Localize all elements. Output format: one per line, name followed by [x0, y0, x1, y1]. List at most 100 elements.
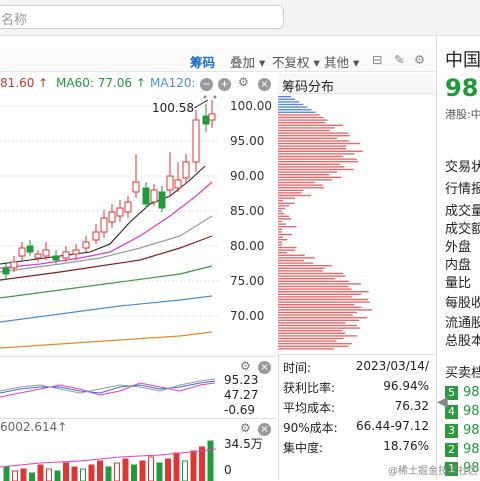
chip-bar — [278, 119, 328, 121]
candle-body — [62, 251, 70, 259]
chip-bar — [278, 296, 353, 298]
chip-bar — [278, 174, 330, 176]
tab-chip[interactable]: 筹码 — [190, 52, 215, 71]
volume-bar — [156, 462, 163, 481]
candle-body — [192, 119, 200, 163]
book-price: 98 — [463, 423, 480, 438]
price-axis: 100.00 95.00 90.00 85.00 80.00 75.00 70.… — [222, 92, 276, 354]
ma-prev-value: 81.60 ↑ — [0, 76, 49, 90]
add-icon[interactable]: + — [218, 78, 231, 91]
chip-bar — [278, 158, 357, 160]
chip-bar — [278, 304, 355, 306]
close-icon[interactable]: × — [258, 361, 271, 374]
candle-body — [124, 201, 132, 213]
chip-bar — [278, 231, 282, 233]
sidebar-row: 行情报 — [445, 182, 480, 197]
stat-label: 90%成本: — [283, 421, 338, 435]
chip-bar — [278, 150, 363, 152]
chip-bar — [278, 148, 347, 150]
chip-distribution-chart[interactable] — [278, 94, 434, 352]
overlay-menu[interactable]: 叠加 ▾ — [230, 52, 265, 71]
chip-bar — [278, 106, 308, 108]
chip-bar — [278, 189, 304, 191]
chip-bar — [278, 340, 337, 342]
chip-bar — [278, 103, 304, 106]
chip-bar — [278, 109, 312, 111]
candle-body — [18, 247, 26, 257]
chip-bar — [278, 116, 324, 119]
chip-bar — [278, 197, 296, 199]
chip-bar — [278, 285, 349, 288]
book-level-badge: 3 — [445, 424, 458, 438]
chip-bar — [278, 293, 362, 295]
remove-icon[interactable]: − — [200, 78, 213, 91]
chip-bar — [278, 244, 282, 246]
stat-value: 66.44-97.12 — [355, 419, 429, 433]
candle-body — [2, 267, 10, 275]
sidebar-row: 每股收 — [445, 296, 480, 311]
chip-bar — [278, 215, 290, 217]
gear-icon[interactable]: ⚙ — [240, 359, 251, 373]
chip-bar — [278, 249, 296, 251]
close-icon[interactable]: × — [258, 78, 271, 91]
chip-bar — [278, 187, 324, 189]
chip-bar — [278, 314, 353, 316]
oscillator-panel[interactable]: ⚙ × 95.23 47.27 -0.69 — [0, 356, 276, 417]
stat-value: 76.32 — [394, 399, 429, 413]
chip-bar — [278, 301, 370, 303]
gear-icon[interactable]: ⚙ — [238, 75, 249, 89]
chip-bar — [278, 220, 282, 223]
adjust-menu[interactable]: 不复权 ▾ — [272, 52, 320, 71]
oscillator-value-2: 47.27 — [224, 388, 259, 402]
chip-bar — [278, 181, 315, 184]
candle-body — [100, 217, 108, 233]
candle-body — [166, 175, 174, 191]
chip-bar — [278, 202, 295, 204]
gear-icon[interactable]: ⚙ — [240, 421, 251, 435]
chip-bar — [278, 306, 362, 308]
sidebar-row: 成交额 — [445, 222, 480, 237]
chip-bar — [278, 171, 338, 173]
volume-panel[interactable]: 6002.614↑ ⚙ × 34.5万 0 — [0, 418, 276, 481]
price-tick: 95.00 — [230, 134, 265, 148]
candle-body — [10, 261, 18, 269]
gear-icon[interactable]: ⚙ — [414, 52, 425, 67]
chip-bar — [278, 278, 335, 280]
ma-line-blue — [0, 295, 213, 323]
chip-bar — [278, 280, 349, 282]
chip-bar — [278, 207, 286, 210]
chip-bar — [278, 200, 284, 202]
chip-bar — [278, 205, 290, 207]
volume-header: 6002.614↑ — [0, 420, 68, 434]
chip-bar — [278, 241, 282, 243]
chip-bar — [278, 330, 343, 332]
other-menu[interactable]: 其他 ▾ — [324, 52, 359, 71]
price-tick: 100.00 — [230, 99, 272, 113]
oscillator-value-1: 95.23 — [224, 373, 259, 387]
volume-bar — [131, 464, 137, 481]
chip-bar — [278, 311, 357, 314]
candle-body — [116, 207, 124, 217]
quote-sidebar: 中国 98 港股:中 交易状 行情报 成交量 成交额 外盘 内盘 量比 每股收 … — [436, 36, 480, 480]
stat-label: 获利比率: — [283, 381, 336, 395]
edit-icon[interactable]: ✎ — [394, 52, 404, 67]
minimize-icon[interactable]: ⊟ — [372, 52, 382, 67]
volume-bar — [190, 450, 197, 481]
stock-name: 中国 — [445, 50, 480, 71]
chip-bar — [278, 283, 361, 285]
book-level-badge: 2 — [445, 443, 458, 457]
chip-bar — [278, 236, 283, 238]
candle-body — [158, 191, 166, 209]
chip-bar — [278, 98, 296, 100]
search-input[interactable]: 名称 — [0, 5, 284, 29]
top-bar: 名称 — [0, 0, 480, 36]
sidebar-row: 外盘 — [445, 240, 472, 255]
chevron-left-icon[interactable]: ◀ — [437, 394, 448, 410]
chip-bar — [278, 223, 287, 225]
volume-bar — [173, 452, 180, 481]
chip-bar — [278, 114, 320, 116]
chip-bars — [278, 96, 373, 350]
chip-bar — [278, 142, 361, 145]
chip-bar — [278, 288, 352, 290]
chip-bar — [278, 332, 346, 334]
